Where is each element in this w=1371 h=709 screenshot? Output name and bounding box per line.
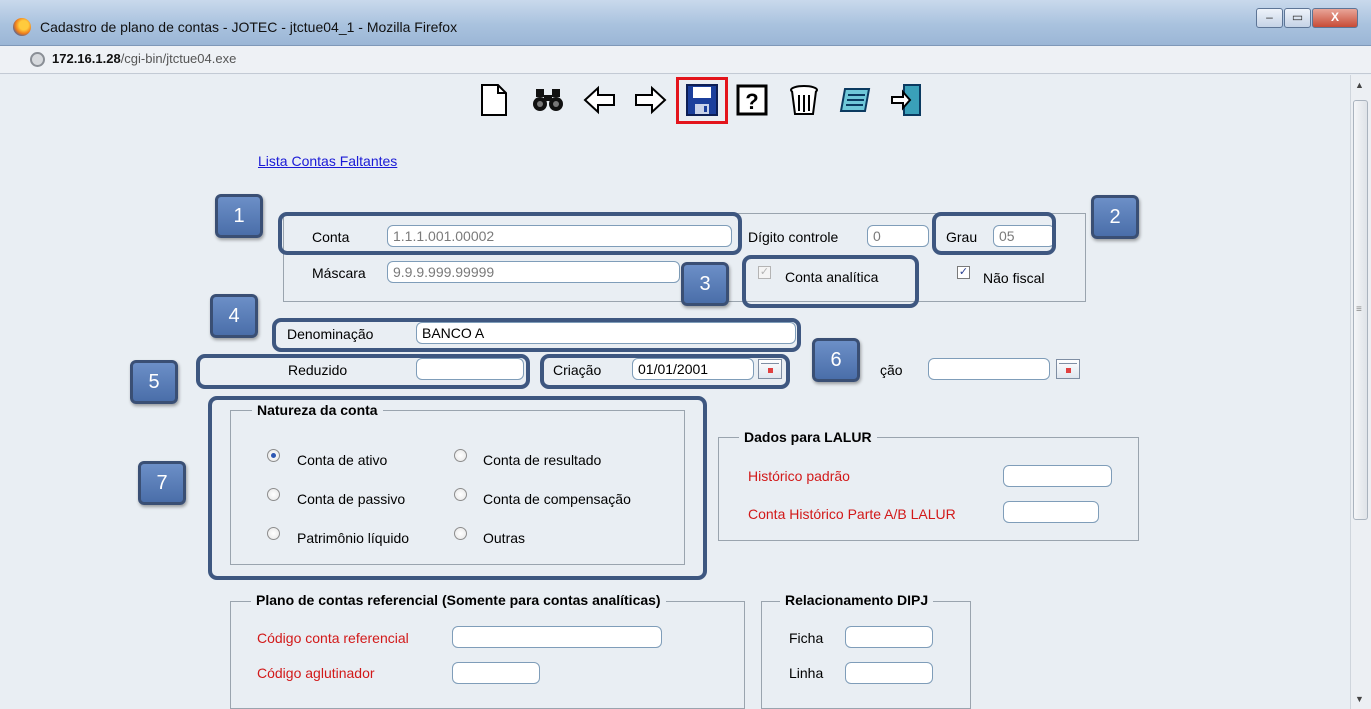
binoculars-search-icon[interactable]	[530, 82, 566, 118]
help-icon[interactable]: ?	[734, 82, 770, 118]
codigo-aglutinador-input[interactable]	[452, 662, 540, 684]
historico-padrao-input[interactable]	[1003, 465, 1112, 487]
url-host: 172.16.1.28	[52, 51, 121, 66]
scroll-up-arrow-icon[interactable]: ▲	[1355, 80, 1364, 90]
url-path: /cgi-bin/jtctue04.exe	[120, 51, 237, 66]
callout-6-frame	[540, 354, 790, 389]
callout-2-badge: 2	[1091, 195, 1139, 239]
globe-icon	[30, 52, 45, 67]
referencial-group	[230, 601, 745, 709]
callout-7-frame	[208, 396, 707, 580]
codigo-aglutinador-label: Código aglutinador	[257, 665, 375, 681]
forward-arrow-icon[interactable]	[632, 82, 668, 118]
callout-3-frame	[742, 255, 919, 308]
second-date-calendar-icon[interactable]	[1056, 359, 1080, 379]
conta-historico-input[interactable]	[1003, 501, 1099, 523]
lalur-legend: Dados para LALUR	[739, 429, 877, 445]
callout-4-badge: 4	[210, 294, 258, 338]
callout-1-frame	[278, 212, 742, 255]
mascara-input[interactable]	[387, 261, 680, 283]
linha-input[interactable]	[845, 662, 933, 684]
ficha-input[interactable]	[845, 626, 933, 648]
callout-6-badge: 6	[812, 338, 860, 382]
callout-5-badge: 5	[130, 360, 178, 404]
exit-icon[interactable]	[888, 82, 924, 118]
lista-contas-faltantes-link[interactable]: Lista Contas Faltantes	[258, 153, 397, 169]
dipj-group	[761, 601, 971, 709]
window-title: Cadastro de plano de contas - JOTEC - jt…	[40, 19, 458, 35]
mascara-label: Máscara	[312, 265, 366, 281]
callout-1-badge: 1	[215, 194, 263, 238]
scrollbar-grip-icon: ≡	[1356, 304, 1362, 315]
callout-2-frame	[932, 212, 1056, 255]
maximize-button[interactable]: ▭	[1284, 8, 1311, 28]
codigo-conta-referencial-input[interactable]	[452, 626, 662, 648]
historico-padrao-label: Histórico padrão	[748, 468, 850, 484]
digito-controle-input[interactable]	[867, 225, 929, 247]
new-document-icon[interactable]	[476, 82, 512, 118]
digito-controle-label: Dígito controle	[748, 229, 839, 245]
codigo-conta-referencial-label: Código conta referencial	[257, 630, 409, 646]
referencial-legend: Plano de contas referencial (Somente par…	[251, 592, 666, 608]
notes-icon[interactable]	[838, 82, 874, 118]
callout-5-frame	[196, 354, 530, 389]
minimize-button[interactable]: –	[1256, 8, 1283, 28]
scroll-down-arrow-icon[interactable]: ▼	[1355, 694, 1364, 704]
lalur-group	[718, 437, 1139, 541]
save-floppy-icon[interactable]	[684, 82, 720, 118]
firefox-icon	[13, 18, 31, 36]
ficha-label: Ficha	[789, 630, 824, 646]
url-text[interactable]: 172.16.1.28/cgi-bin/jtctue04.exe	[52, 51, 236, 66]
close-button[interactable]: X	[1312, 8, 1358, 28]
linha-label: Linha	[789, 665, 824, 681]
svg-text:?: ?	[745, 89, 758, 114]
conta-historico-label: Conta Histórico Parte A/B LALUR	[748, 506, 956, 522]
nao-fiscal-checkbox[interactable]: ✓	[957, 266, 970, 279]
dipj-legend: Relacionamento DIPJ	[780, 592, 934, 608]
second-date-input[interactable]	[928, 358, 1050, 380]
callout-3-badge: 3	[681, 262, 729, 306]
callout-4-frame	[272, 318, 801, 352]
callout-7-badge: 7	[138, 461, 186, 505]
trash-icon[interactable]	[786, 82, 822, 118]
back-arrow-icon[interactable]	[582, 82, 618, 118]
nao-fiscal-label: Não fiscal	[983, 270, 1045, 286]
second-date-label: ção	[880, 362, 903, 378]
